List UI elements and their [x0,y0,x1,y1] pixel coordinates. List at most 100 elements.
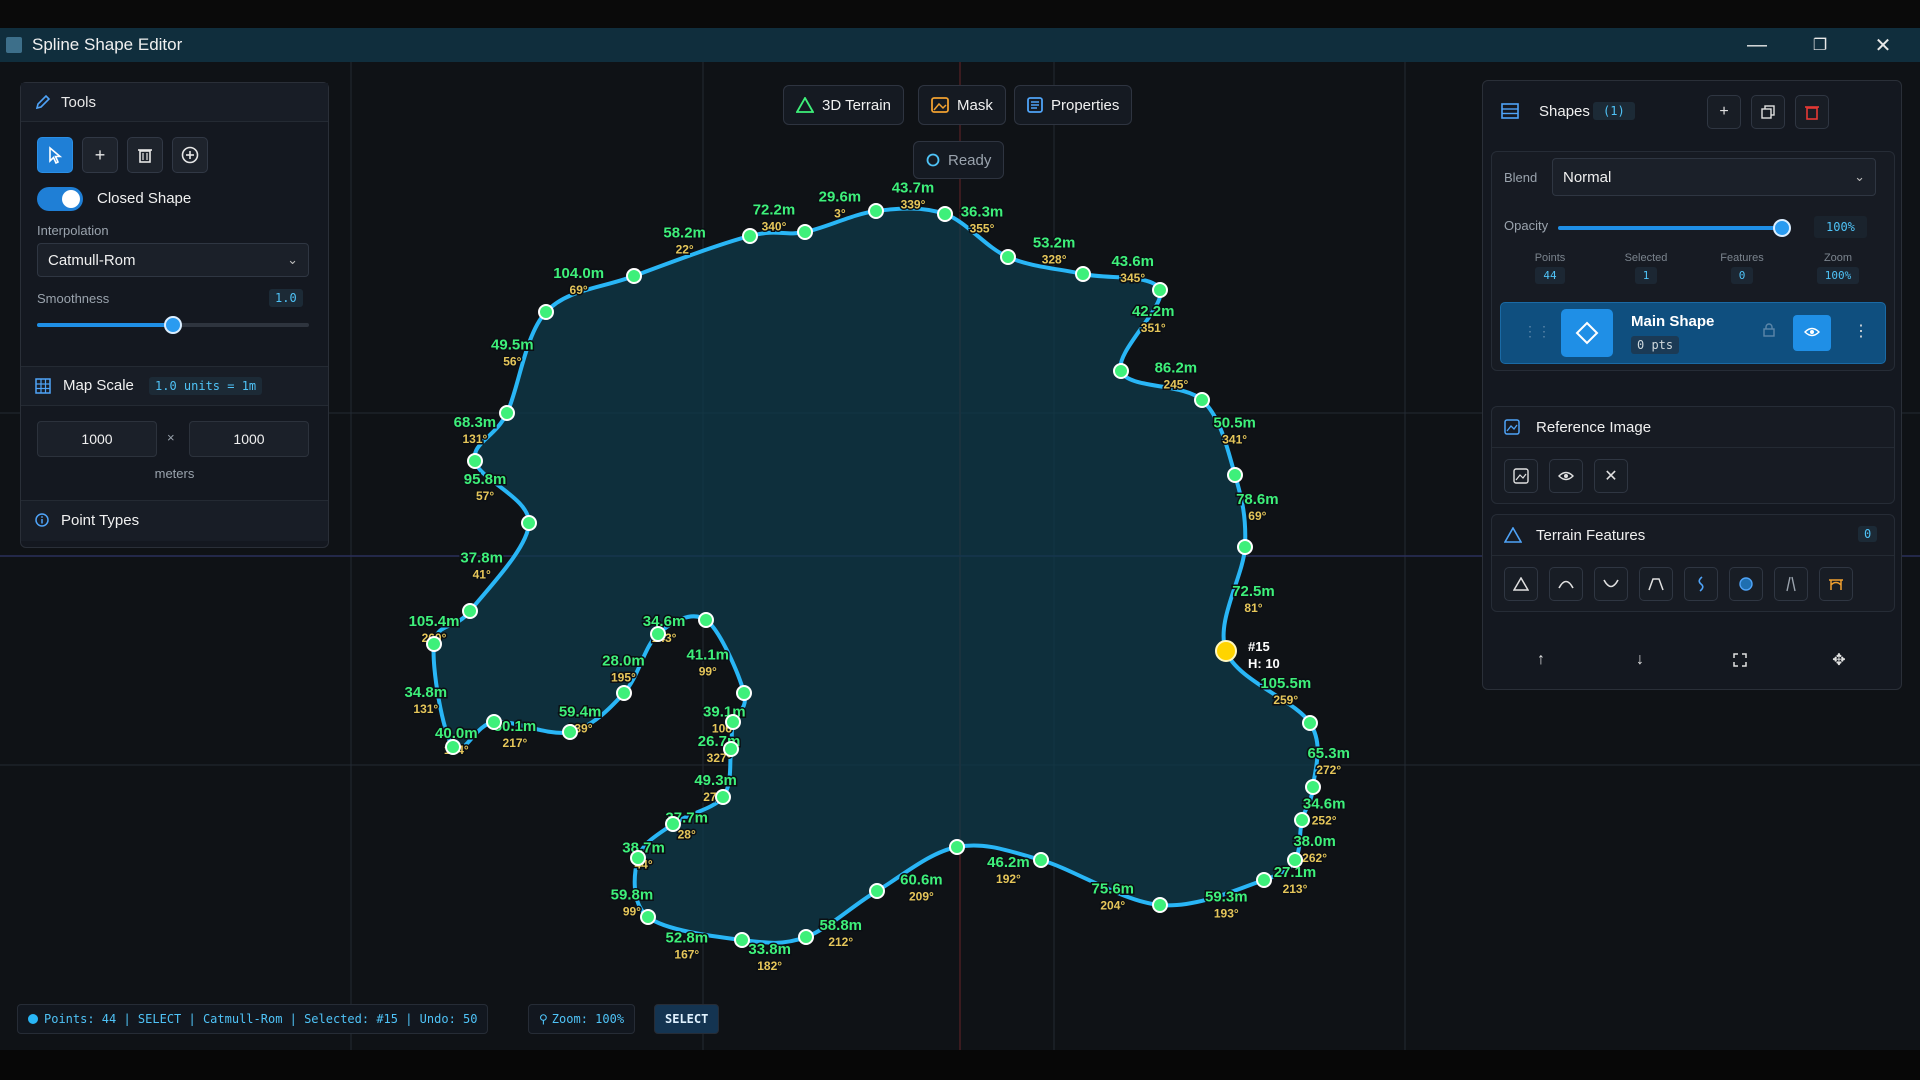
control-point[interactable] [1305,779,1321,795]
add-shape-button[interactable]: + [1707,95,1741,129]
drag-handle-icon[interactable]: ⋮⋮ [1523,323,1551,340]
units-label: meters [154,466,195,481]
control-point[interactable] [1194,392,1210,408]
control-point[interactable] [1152,897,1168,913]
smoothness-slider-handle[interactable] [164,316,182,334]
insert-point-button[interactable] [172,137,208,173]
control-point[interactable] [736,685,752,701]
control-point[interactable] [665,816,681,832]
control-point[interactable] [1152,282,1168,298]
control-point[interactable] [630,850,646,866]
status-bar-text: Points: 44 | SELECT | Catmull-Rom | Sele… [44,1012,478,1026]
minimize-icon[interactable]: — [1727,28,1787,62]
control-point[interactable] [650,626,666,642]
remove-reference-button[interactable]: ✕ [1594,459,1628,493]
control-point[interactable] [734,932,750,948]
mode-indicator[interactable]: SELECT [654,1004,720,1034]
segment-distance-label: 72.2m [753,201,796,218]
delete-shape-button[interactable] [1795,95,1829,129]
select-tool-button[interactable] [37,137,73,173]
more-options-icon[interactable]: ⋮ [1853,321,1869,341]
load-image-button[interactable] [1504,459,1538,493]
fit-view-button[interactable] [1723,643,1757,677]
blend-select[interactable]: Normal ⌄ [1552,158,1876,196]
terrain-features-header[interactable]: Terrain Features 0 [1492,515,1894,556]
closed-shape-toggle[interactable] [37,187,83,211]
segment-distance-label: 38.0m [1293,833,1336,850]
close-icon[interactable]: ✕ [1853,28,1913,62]
road-feature-button[interactable] [1774,567,1808,601]
control-point[interactable] [445,739,461,755]
control-point[interactable] [1075,266,1091,282]
control-point[interactable] [538,304,554,320]
restore-icon[interactable]: ❐ [1790,28,1850,62]
duplicate-shape-button[interactable] [1751,95,1785,129]
lake-feature-button[interactable] [1729,567,1763,601]
control-point[interactable] [426,636,442,652]
control-point[interactable] [486,714,502,730]
point-types-header[interactable]: Point Types [21,500,328,541]
control-point[interactable] [715,789,731,805]
control-point[interactable] [1000,249,1016,265]
control-point[interactable] [725,714,741,730]
shape-list-item[interactable]: ⋮⋮ Main Shape 0 pts ⋮ [1500,302,1886,364]
control-point[interactable] [1237,539,1253,555]
segment-distance-label: 50.5m [1213,415,1256,432]
control-point[interactable] [723,741,739,757]
control-point[interactable] [1294,812,1310,828]
delete-point-button[interactable] [127,137,163,173]
control-point[interactable] [467,453,483,469]
toggle-reference-button[interactable] [1549,459,1583,493]
visibility-toggle-button[interactable] [1793,315,1831,351]
map-width-input[interactable]: 1000 [37,421,157,457]
control-point[interactable] [1256,872,1272,888]
move-up-button[interactable]: ↑ [1524,643,1558,677]
lock-icon[interactable] [1763,323,1775,337]
segment-angle-label: 341° [1222,433,1247,447]
control-point[interactable] [1227,467,1243,483]
control-point[interactable] [616,685,632,701]
river-feature-button[interactable] [1684,567,1718,601]
diamond-icon [1575,321,1599,345]
control-point[interactable] [868,203,884,219]
control-point[interactable] [742,228,758,244]
control-point[interactable] [949,839,965,855]
reference-image-header[interactable]: Reference Image [1492,407,1894,448]
control-point[interactable] [797,224,813,240]
add-point-button[interactable]: + [82,137,118,173]
control-point[interactable] [869,883,885,899]
control-point[interactable] [1287,852,1303,868]
control-point[interactable] [1113,363,1129,379]
segment-angle-label: 99° [699,665,717,679]
selected-control-point[interactable] [1215,640,1237,662]
bridge-feature-button[interactable] [1819,567,1853,601]
control-point[interactable] [1033,852,1049,868]
control-point[interactable] [499,405,515,421]
tab-3d-terrain[interactable]: 3D Terrain [783,85,904,125]
control-point[interactable] [798,929,814,945]
tab-mask[interactable]: Mask [918,85,1006,125]
control-point[interactable] [521,515,537,531]
mountain-feature-button[interactable] [1504,567,1538,601]
plateau-feature-button[interactable] [1639,567,1673,601]
control-point[interactable] [626,268,642,284]
map-scale-header[interactable]: Map Scale 1.0 units = 1m [21,366,328,406]
control-point[interactable] [640,909,656,925]
interpolation-select[interactable]: Catmull-Rom ⌄ [37,243,309,277]
control-point[interactable] [462,603,478,619]
segment-distance-label: 52.8m [666,930,709,947]
segment-distance-label: 43.6m [1111,253,1154,270]
crosshair-icon: ✥ [1832,652,1846,669]
control-point[interactable] [698,612,714,628]
control-point[interactable] [1302,715,1318,731]
tab-properties[interactable]: Properties [1014,85,1133,125]
valley-feature-button[interactable] [1594,567,1628,601]
segment-angle-label: 41° [473,567,491,581]
hill-feature-button[interactable] [1549,567,1583,601]
center-view-button[interactable]: ✥ [1822,643,1856,677]
opacity-slider-handle[interactable] [1773,219,1791,237]
control-point[interactable] [937,206,953,222]
move-down-button[interactable]: ↓ [1623,643,1657,677]
control-point[interactable] [562,724,578,740]
map-height-input[interactable]: 1000 [189,421,309,457]
